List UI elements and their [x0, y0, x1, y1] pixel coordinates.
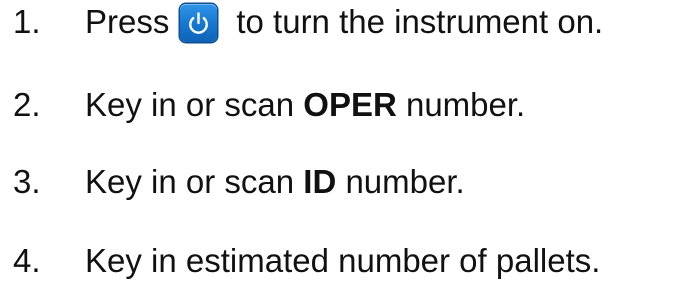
step-2: 2. Key in or scan OPER number. [13, 83, 525, 127]
step-bold-term: OPER [303, 86, 397, 123]
step-text-before: Key in or scan [85, 163, 304, 200]
step-text-before: Press [85, 3, 170, 40]
step-number: 1. [13, 3, 41, 40]
step-3: 3. Key in or scan ID number. [13, 160, 465, 204]
step-number: 3. [13, 163, 41, 200]
step-1: 1. Press to turn the instrument on. [13, 0, 603, 44]
step-text-before: Key in or scan [85, 86, 304, 123]
step-4: 4. Key in estimated number of pallets. [13, 239, 600, 283]
step-bold-term: ID [303, 163, 337, 200]
step-text-after: to turn the instrument on. [236, 3, 604, 40]
step-text-after: number. [336, 163, 465, 200]
instruction-steps: 1. Press to turn the instrument on. 2. K… [0, 0, 678, 290]
power-button[interactable] [180, 4, 218, 42]
power-icon [189, 12, 209, 34]
step-text-after: number. [396, 86, 526, 123]
step-number: 2. [13, 86, 41, 123]
step-text: Key in estimated number of pallets. [85, 242, 601, 279]
step-number: 4. [13, 242, 41, 279]
